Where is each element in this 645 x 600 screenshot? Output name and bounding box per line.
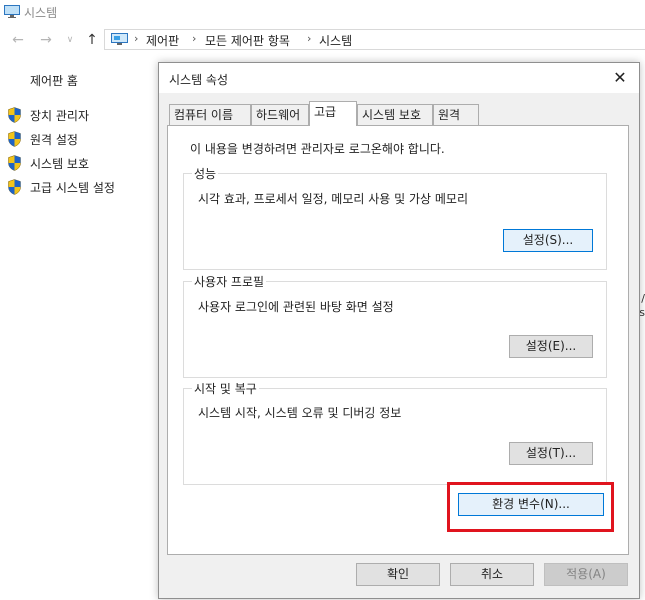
breadcrumb-separator-icon: › (307, 32, 312, 45)
close-icon[interactable]: ✕ (609, 67, 631, 89)
tab-hardware[interactable]: 하드웨어 (251, 104, 309, 125)
sidebar-item-label: 원격 설정 (30, 133, 78, 147)
breadcrumb-item[interactable]: 시스템 (319, 32, 352, 49)
sidebar-item-label: 고급 시스템 설정 (30, 181, 115, 195)
uac-shield-icon (8, 131, 21, 147)
sidebar-item-label: 시스템 보호 (30, 157, 90, 171)
apply-button[interactable]: 적용(A) (544, 563, 628, 586)
admin-notice: 이 내용을 변경하려면 관리자로 로그온해야 합니다. (190, 142, 445, 156)
forward-arrow-icon[interactable]: → (38, 32, 54, 48)
back-arrow-icon[interactable]: ← (10, 32, 26, 48)
tab-strip: 컴퓨터 이름 하드웨어 고급 시스템 보호 원격 (167, 101, 627, 126)
user-profile-settings-button[interactable]: 설정(E)... (509, 335, 593, 358)
background-text-fragment: / (641, 292, 645, 305)
performance-group: 성능 시각 효과, 프로세서 일정, 메모리 사용 및 가상 메모리 설정(S)… (183, 165, 607, 270)
group-title: 시작 및 복구 (192, 380, 259, 397)
breadcrumb-item[interactable]: 제어판 (146, 32, 179, 49)
tab-system-protection[interactable]: 시스템 보호 (357, 104, 433, 125)
chevron-down-icon[interactable]: ∨ (62, 32, 78, 48)
breadcrumb-separator-icon: › (192, 32, 197, 45)
dialog-title: 시스템 속성 (169, 73, 229, 87)
control-panel-icon (111, 33, 128, 45)
startup-recovery-group: 시작 및 복구 시스템 시작, 시스템 오류 및 디버깅 정보 설정(T)... (183, 380, 607, 485)
tab-remote[interactable]: 원격 (433, 104, 479, 125)
breadcrumb-item[interactable]: 모든 제어판 항목 (205, 32, 290, 49)
uac-shield-icon (8, 155, 21, 171)
startup-recovery-settings-button[interactable]: 설정(T)... (509, 442, 593, 465)
control-panel-home-link[interactable]: 제어판 홈 (30, 72, 78, 89)
uac-shield-icon (8, 179, 21, 195)
background-text-fragment: s (639, 306, 645, 319)
cancel-button[interactable]: 취소 (450, 563, 534, 586)
group-description: 사용자 로그인에 관련된 바탕 화면 설정 (198, 300, 394, 314)
tab-advanced[interactable]: 고급 (309, 101, 357, 126)
tab-computer-name[interactable]: 컴퓨터 이름 (169, 104, 251, 125)
user-profile-group: 사용자 프로필 사용자 로그인에 관련된 바탕 화면 설정 설정(E)... (183, 273, 607, 378)
breadcrumb-separator-icon: › (134, 32, 139, 45)
sidebar-item-label: 장치 관리자 (30, 109, 90, 123)
address-bar[interactable]: › 제어판 › 모든 제어판 항목 › 시스템 (104, 29, 645, 50)
dialog-titlebar: 시스템 속성 ✕ (159, 63, 639, 93)
up-arrow-icon[interactable]: ↑ (84, 32, 100, 48)
group-title: 성능 (192, 165, 219, 182)
group-description: 시스템 시작, 시스템 오류 및 디버깅 정보 (198, 406, 402, 420)
performance-settings-button[interactable]: 설정(S)... (503, 229, 593, 252)
monitor-icon (4, 5, 20, 18)
group-title: 사용자 프로필 (192, 273, 267, 290)
ok-button[interactable]: 확인 (356, 563, 440, 586)
window-titlebar: 시스템 (0, 0, 645, 26)
group-description: 시각 효과, 프로세서 일정, 메모리 사용 및 가상 메모리 (198, 192, 468, 206)
window-title: 시스템 (24, 6, 58, 20)
uac-shield-icon (8, 107, 21, 123)
highlight-box (447, 482, 614, 532)
